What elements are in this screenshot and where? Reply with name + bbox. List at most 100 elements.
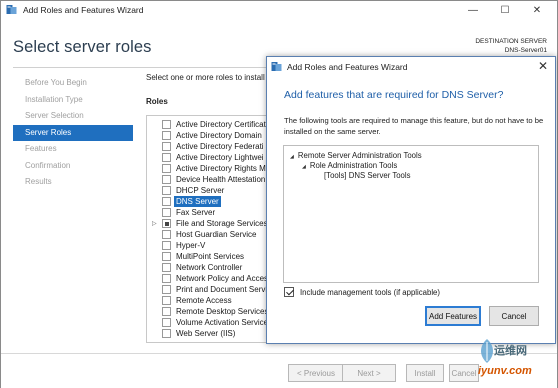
role-label: Web Server (IIS) — [176, 329, 236, 338]
expand-arrow-icon[interactable]: ▷ — [152, 220, 157, 227]
role-checkbox[interactable] — [162, 274, 171, 283]
role-checkbox[interactable] — [162, 120, 171, 129]
list-item[interactable]: Host Guardian Service — [147, 229, 285, 240]
list-item[interactable]: DHCP Server — [147, 185, 285, 196]
roles-list[interactable]: Active Directory Certificat Active Direc… — [146, 115, 286, 343]
role-label: File and Storage Services — [176, 219, 268, 228]
role-checkbox[interactable] — [162, 285, 171, 294]
dialog-cancel-button[interactable]: Cancel — [489, 306, 539, 326]
tree-item[interactable]: ◢ Remote Server Administration Tools — [290, 151, 422, 160]
role-label: MultiPoint Services — [176, 252, 245, 261]
list-item[interactable]: Remote Access — [147, 295, 285, 306]
role-label: Active Directory Certificat — [176, 120, 266, 129]
list-item[interactable]: Fax Server — [147, 207, 285, 218]
install-button[interactable]: Install — [406, 364, 444, 382]
watermark-text-cn: 运维网 — [494, 345, 527, 357]
nav-item-features[interactable]: Features — [13, 141, 133, 158]
role-checkbox[interactable] — [162, 164, 171, 173]
role-checkbox[interactable] — [162, 230, 171, 239]
close-icon[interactable]: ✕ — [521, 1, 553, 19]
role-label: Network Policy and Acces — [176, 274, 269, 283]
required-features-tree[interactable]: ◢ Remote Server Administration Tools ◢ Rol… — [283, 145, 539, 283]
list-item[interactable]: ▷ File and Storage Services — [147, 218, 285, 229]
tree-item-label: Remote Server Administration Tools — [297, 151, 422, 160]
role-checkbox[interactable] — [162, 307, 171, 316]
role-label: Volume Activation Service — [176, 318, 269, 327]
dialog-title: Add Roles and Features Wizard — [287, 62, 408, 72]
include-management-tools-checkbox[interactable]: Include management tools (if applicable) — [284, 287, 440, 297]
dialog-heading: Add features that are required for DNS S… — [284, 89, 504, 101]
add-features-dialog: Add Roles and Features Wizard ✕ Add feat… — [266, 56, 556, 344]
list-item[interactable]: Active Directory Domain — [147, 130, 285, 141]
list-item[interactable]: Active Directory Lightwei — [147, 152, 285, 163]
checkbox-checked-icon[interactable] — [284, 287, 294, 297]
role-checkbox[interactable] — [162, 131, 171, 140]
watermark-text-url: iyunv.com — [478, 365, 532, 377]
nav-item-server-selection[interactable]: Server Selection — [13, 108, 133, 125]
role-checkbox[interactable] — [162, 241, 171, 250]
list-item[interactable]: Remote Desktop Services — [147, 306, 285, 317]
role-label: Print and Document Servi — [176, 285, 268, 294]
page-title: Select server roles — [13, 38, 152, 56]
maximize-icon[interactable]: ☐ — [489, 1, 521, 19]
destination-label: DESTINATION SERVER — [475, 38, 547, 45]
role-checkbox[interactable] — [162, 175, 171, 184]
server-manager-icon — [271, 62, 282, 71]
role-label: Active Directory Lightwei — [176, 153, 264, 162]
role-checkbox[interactable] — [162, 296, 171, 305]
tree-item[interactable]: [Tools] DNS Server Tools — [324, 171, 411, 180]
list-item[interactable]: Active Directory Federati — [147, 141, 285, 152]
tree-item[interactable]: ◢ Role Administration Tools — [302, 161, 397, 170]
role-checkbox[interactable] — [162, 142, 171, 151]
window-title: Add Roles and Features Wizard — [23, 5, 144, 15]
role-checkbox[interactable] — [162, 252, 171, 261]
destination-server: DESTINATION SERVER DNS-Server01 — [475, 37, 547, 55]
list-item[interactable]: Network Controller — [147, 262, 285, 273]
role-checkbox[interactable] — [162, 197, 171, 206]
role-label-selected: DNS Server — [174, 196, 221, 207]
role-checkbox[interactable] — [162, 208, 171, 217]
list-item[interactable]: MultiPoint Services — [147, 251, 285, 262]
close-icon[interactable]: ✕ — [538, 59, 548, 73]
role-checkbox[interactable] — [162, 219, 171, 228]
role-label: Network Controller — [176, 263, 243, 272]
role-label: Fax Server — [176, 208, 216, 217]
nav-item-confirmation[interactable]: Confirmation — [13, 158, 133, 175]
minimize-icon[interactable]: — — [457, 1, 489, 19]
role-checkbox[interactable] — [162, 153, 171, 162]
list-item[interactable]: Volume Activation Service — [147, 317, 285, 328]
collapse-triangle-icon[interactable]: ◢ — [302, 164, 306, 170]
role-label: Hyper-V — [176, 241, 206, 250]
add-features-button[interactable]: Add Features — [425, 306, 481, 326]
role-checkbox[interactable] — [162, 263, 171, 272]
wizard-nav: Before You Begin Installation Type Serve… — [13, 75, 133, 191]
list-item[interactable]: Active Directory Rights M — [147, 163, 285, 174]
role-label: Active Directory Federati — [176, 142, 264, 151]
role-label: Remote Access — [176, 296, 232, 305]
list-item[interactable]: Hyper-V — [147, 240, 285, 251]
tree-item-label: [Tools] DNS Server Tools — [324, 171, 411, 180]
nav-item-before-you-begin[interactable]: Before You Begin — [13, 75, 133, 92]
list-item[interactable]: Network Policy and Acces — [147, 273, 285, 284]
role-label: Active Directory Rights M — [176, 164, 266, 173]
role-checkbox[interactable] — [162, 329, 171, 338]
list-item[interactable]: Active Directory Certificat — [147, 119, 285, 130]
nav-item-server-roles[interactable]: Server Roles — [13, 124, 133, 141]
dialog-title-bar: Add Roles and Features Wizard ✕ — [267, 57, 555, 76]
list-item[interactable]: DNS Server — [147, 196, 285, 207]
role-checkbox[interactable] — [162, 318, 171, 327]
tree-item-label: Role Administration Tools — [309, 161, 398, 170]
nav-item-installation-type[interactable]: Installation Type — [13, 92, 133, 109]
nav-item-results[interactable]: Results — [13, 174, 133, 191]
list-item[interactable]: Web Server (IIS) — [147, 328, 285, 339]
include-management-tools-label: Include management tools (if applicable) — [300, 287, 440, 297]
previous-button[interactable]: < Previous — [288, 364, 344, 382]
role-label: Host Guardian Service — [176, 230, 257, 239]
role-checkbox[interactable] — [162, 186, 171, 195]
list-item[interactable]: Device Health Attestation — [147, 174, 285, 185]
watermark-logo: 运维网 iyunv.com — [474, 338, 554, 384]
list-item[interactable]: Print and Document Servi — [147, 284, 285, 295]
next-button[interactable]: Next > — [342, 364, 396, 382]
destination-server-name: DNS-Server01 — [504, 47, 547, 54]
collapse-triangle-icon[interactable]: ◢ — [290, 154, 294, 160]
